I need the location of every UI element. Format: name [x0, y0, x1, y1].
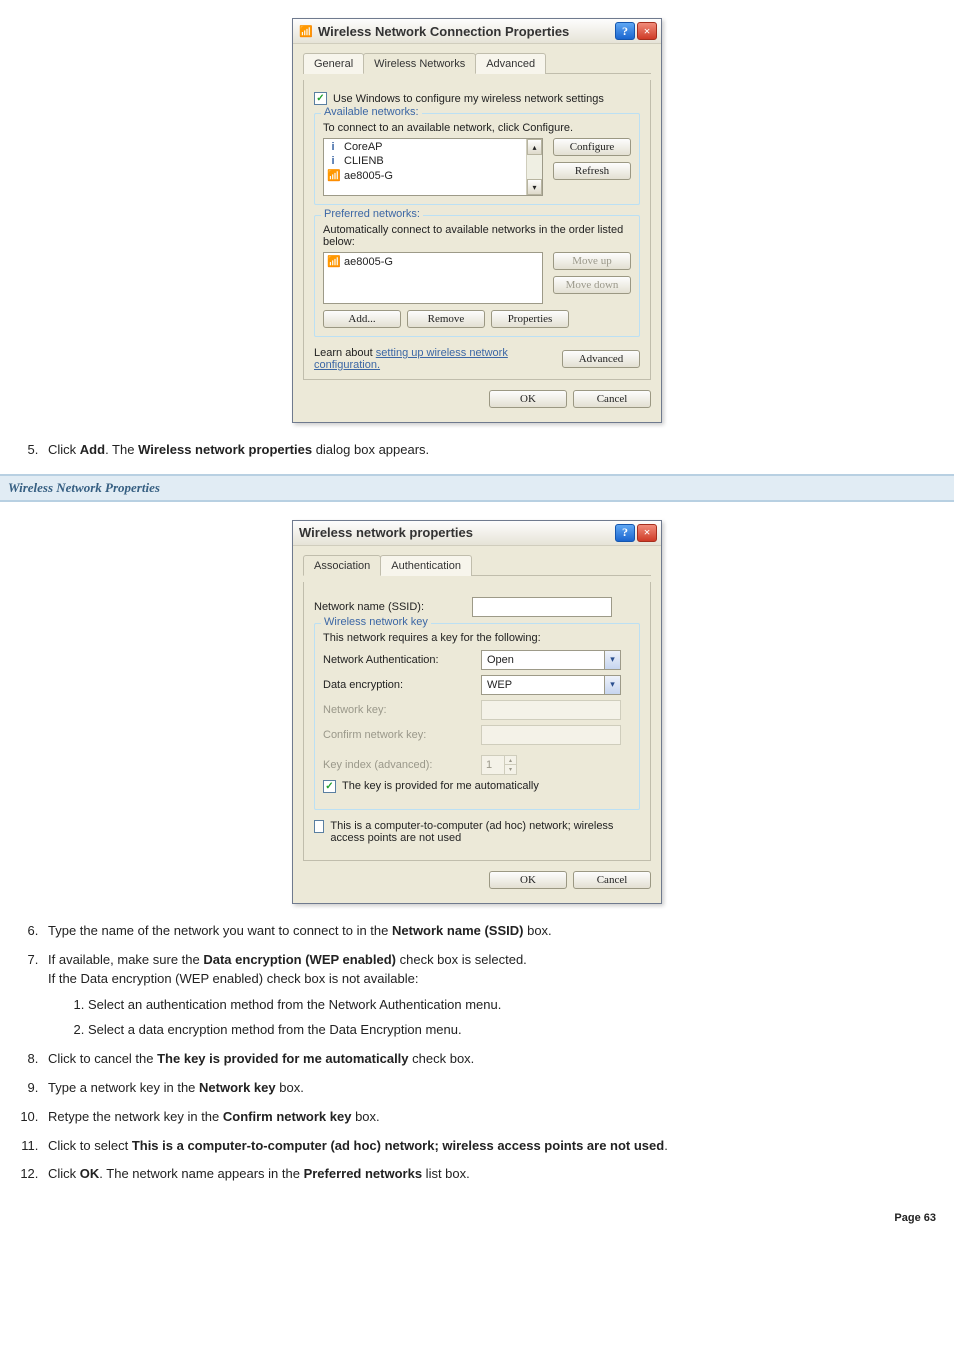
cancel-button[interactable]: Cancel [573, 390, 651, 408]
ok-button[interactable]: OK [489, 871, 567, 889]
list-item: 📶ae8005-G [327, 168, 523, 183]
titlebar: Wireless network properties ? × [293, 521, 661, 546]
cancel-button[interactable]: Cancel [573, 871, 651, 889]
available-legend: Available networks: [321, 106, 422, 118]
use-windows-checkbox[interactable]: ✓ Use Windows to configure my wireless n… [314, 92, 640, 105]
tab-association[interactable]: Association [303, 555, 381, 576]
step-10: Retype the network key in the Confirm ne… [42, 1108, 942, 1127]
step-7-2: Select a data encryption method from the… [88, 1021, 942, 1040]
checkbox-empty-icon: ✓ [314, 820, 324, 833]
use-windows-label: Use Windows to configure my wireless net… [333, 93, 604, 105]
refresh-button[interactable]: Refresh [553, 162, 631, 180]
preferred-networks-list[interactable]: 📶ae8005-G [323, 252, 543, 304]
tab-general[interactable]: General [303, 53, 364, 74]
enc-select[interactable]: WEP ▾ [481, 675, 621, 695]
step-12: Click OK. The network name appears in th… [42, 1165, 942, 1184]
help-button[interactable]: ? [615, 22, 635, 40]
chevron-down-icon[interactable]: ▾ [604, 651, 620, 669]
learn-about-text: Learn about setting up wireless network … [314, 347, 548, 371]
properties-button[interactable]: Properties [491, 310, 569, 328]
checkmark-icon: ✓ [314, 92, 327, 105]
auto-key-checkbox[interactable]: ✓ The key is provided for me automatical… [323, 780, 631, 793]
ssid-input[interactable] [472, 597, 612, 617]
available-hint: To connect to an available network, clic… [323, 122, 631, 134]
help-button[interactable]: ? [615, 524, 635, 542]
netkey-label: Network key: [323, 704, 473, 716]
tab-wireless-networks[interactable]: Wireless Networks [363, 53, 476, 74]
add-button[interactable]: Add... [323, 310, 401, 328]
step-6: Type the name of the network you want to… [42, 922, 942, 941]
spin-up-icon[interactable]: ▴ [504, 756, 516, 765]
move-up-button[interactable]: Move up [553, 252, 631, 270]
wireless-connection-properties-dialog: 📶 Wireless Network Connection Properties… [292, 18, 662, 423]
step-11: Click to select This is a computer-to-co… [42, 1137, 942, 1156]
available-networks-group: Available networks: To connect to an ava… [314, 113, 640, 205]
netkey-input[interactable] [481, 700, 621, 720]
advanced-button[interactable]: Advanced [562, 350, 640, 368]
tab-strip: General Wireless Networks Advanced [303, 52, 651, 74]
preferred-networks-group: Preferred networks: Automatically connec… [314, 215, 640, 337]
key-index-label: Key index (advanced): [323, 759, 473, 771]
scrollbar[interactable]: ▴ ▾ [526, 139, 542, 195]
auth-label: Network Authentication: [323, 654, 473, 666]
adhoc-checkbox[interactable]: ✓ This is a computer-to-computer (ad hoc… [314, 820, 640, 844]
key-hint: This network requires a key for the foll… [323, 632, 631, 644]
window-title: Wireless network properties [299, 525, 473, 540]
key-index-stepper[interactable]: 1 ▴▾ [481, 755, 517, 775]
section-heading: Wireless Network Properties [0, 474, 954, 502]
close-button[interactable]: × [637, 524, 657, 542]
confirm-key-input[interactable] [481, 725, 621, 745]
auto-key-label: The key is provided for me automatically [342, 780, 539, 792]
tab-authentication[interactable]: Authentication [380, 555, 472, 576]
scroll-down-icon[interactable]: ▾ [527, 179, 542, 195]
step-7-1: Select an authentication method from the… [88, 996, 942, 1015]
list-item: iCLIENB [327, 154, 523, 168]
chevron-down-icon[interactable]: ▾ [604, 676, 620, 694]
step-5: Click Add. The Wireless network properti… [42, 441, 942, 460]
available-networks-list[interactable]: iCoreAP iCLIENB 📶ae8005-G ▴ ▾ [323, 138, 543, 196]
wireless-icon: 📶 [299, 24, 313, 38]
ssid-label: Network name (SSID): [314, 601, 464, 613]
wireless-key-group: Wireless network key This network requir… [314, 623, 640, 810]
auth-select[interactable]: Open ▾ [481, 650, 621, 670]
spin-down-icon[interactable]: ▾ [504, 764, 516, 774]
titlebar: 📶 Wireless Network Connection Properties… [293, 19, 661, 44]
configure-button[interactable]: Configure [553, 138, 631, 156]
instruction-list: Click Add. The Wireless network properti… [12, 441, 942, 460]
list-item: 📶ae8005-G [327, 254, 539, 269]
key-legend: Wireless network key [321, 616, 431, 628]
preferred-legend: Preferred networks: [321, 208, 423, 220]
page-number: Page 63 [12, 1198, 942, 1242]
enc-label: Data encryption: [323, 679, 473, 691]
info-icon: i [327, 141, 339, 153]
signal-icon: 📶 [327, 255, 339, 268]
tab-advanced[interactable]: Advanced [475, 53, 546, 74]
list-item: iCoreAP [327, 140, 523, 154]
instruction-list-continued: Type the name of the network you want to… [12, 922, 942, 1184]
wireless-network-properties-dialog: Wireless network properties ? × Associat… [292, 520, 662, 904]
scroll-up-icon[interactable]: ▴ [527, 139, 542, 155]
step-7: If available, make sure the Data encrypt… [42, 951, 942, 1040]
info-icon: i [327, 155, 339, 167]
window-title: Wireless Network Connection Properties [318, 24, 569, 39]
move-down-button[interactable]: Move down [553, 276, 631, 294]
preferred-hint: Automatically connect to available netwo… [323, 224, 631, 248]
adhoc-label: This is a computer-to-computer (ad hoc) … [330, 820, 640, 844]
confirm-key-label: Confirm network key: [323, 729, 473, 741]
remove-button[interactable]: Remove [407, 310, 485, 328]
step-8: Click to cancel the The key is provided … [42, 1050, 942, 1069]
checkmark-icon: ✓ [323, 780, 336, 793]
signal-icon: 📶 [327, 169, 339, 182]
close-button[interactable]: × [637, 22, 657, 40]
step-9: Type a network key in the Network key bo… [42, 1079, 942, 1098]
ok-button[interactable]: OK [489, 390, 567, 408]
